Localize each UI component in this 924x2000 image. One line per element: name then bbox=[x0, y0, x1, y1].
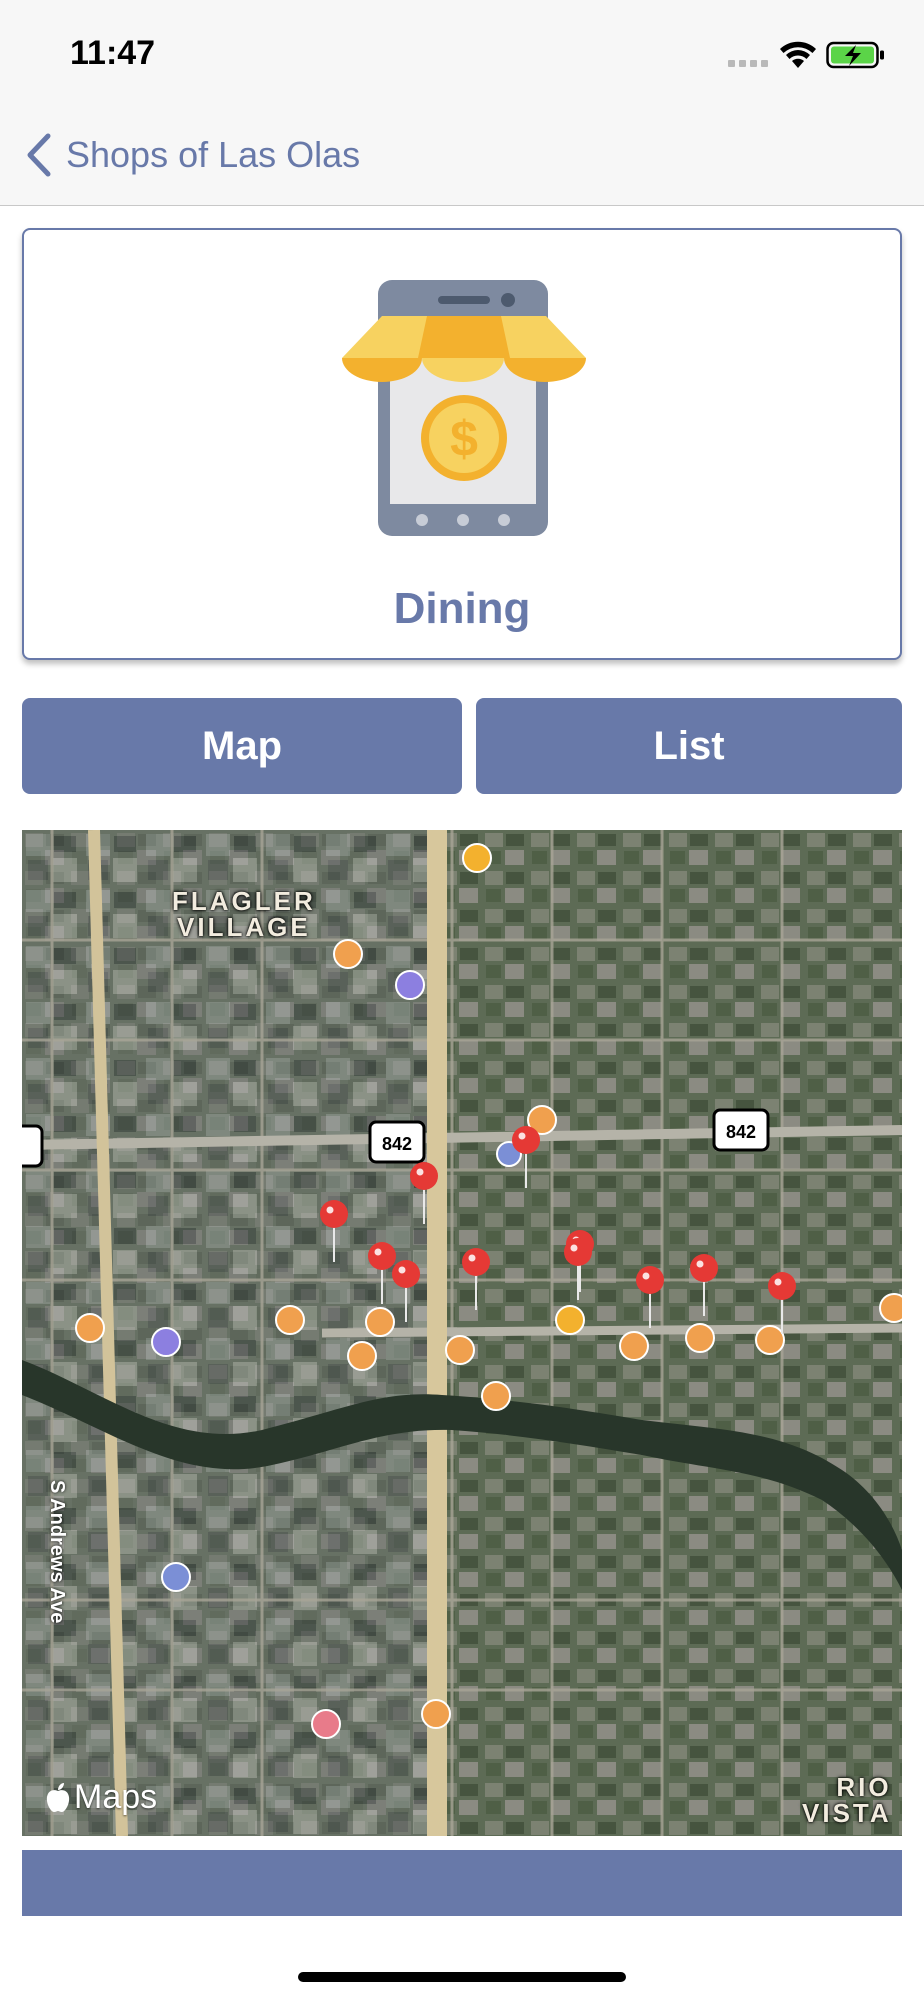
category-card[interactable]: $ Dining bbox=[22, 228, 902, 660]
maps-label: Maps bbox=[74, 1778, 158, 1816]
navigation-bar: Shops of Las Olas bbox=[0, 100, 924, 206]
battery-charging-icon bbox=[826, 41, 884, 69]
chevron-left-icon bbox=[27, 133, 51, 177]
mobile-shop-icon: $ bbox=[342, 280, 586, 536]
bottom-bar[interactable] bbox=[22, 1850, 902, 1916]
apple-icon bbox=[46, 1782, 70, 1812]
map-view[interactable]: 842 842 FLAGLER VILLAGE RIO VISTA S Andr… bbox=[22, 830, 902, 1836]
neighborhood-label-north: FLAGLER VILLAGE bbox=[172, 886, 316, 942]
street-label: S Andrews Ave bbox=[46, 1480, 68, 1624]
svg-text:842: 842 bbox=[382, 1134, 412, 1154]
route-shield-right: 842 bbox=[712, 1108, 770, 1152]
home-indicator[interactable] bbox=[298, 1972, 626, 1982]
back-label: Shops of Las Olas bbox=[66, 134, 361, 175]
satellite-map[interactable]: 842 842 bbox=[22, 830, 902, 1836]
back-button[interactable]: Shops of Las Olas bbox=[24, 130, 360, 180]
list-button[interactable]: List bbox=[476, 698, 902, 794]
neighborhood-label-south: RIO VISTA bbox=[802, 1772, 892, 1828]
svg-text:842: 842 bbox=[726, 1122, 756, 1142]
status-bar: 11:47 bbox=[0, 0, 924, 100]
maps-attribution[interactable]: Maps bbox=[44, 1778, 157, 1817]
category-title: Dining bbox=[393, 584, 531, 633]
route-shield-left: 842 bbox=[368, 1120, 426, 1164]
svg-text:$: $ bbox=[450, 411, 478, 467]
cellular-signal-icon bbox=[728, 60, 770, 70]
wifi-icon bbox=[780, 41, 816, 68]
status-time: 11:47 bbox=[70, 34, 156, 72]
map-button[interactable]: Map bbox=[22, 698, 462, 794]
